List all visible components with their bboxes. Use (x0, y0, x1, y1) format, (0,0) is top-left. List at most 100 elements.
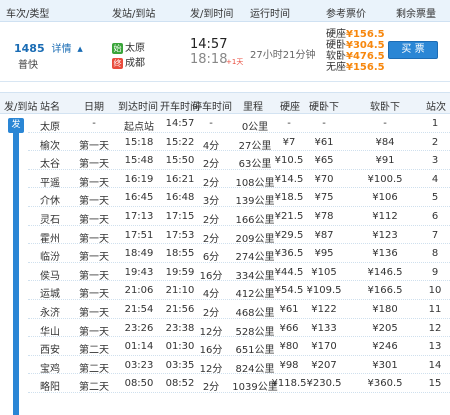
table-row: 太原 - 起点站 14:57 - 0公里 - - - 1 (28, 114, 450, 133)
soft-sleeper-price: ¥360.5 (367, 378, 403, 390)
station-name: 平遥 (40, 177, 60, 189)
hard-seat-price: ¥44.5 (274, 266, 304, 278)
results-header: 车次/类型 发站/到站 发/到时间 运行时间 参考票价 剩余票量 (0, 0, 450, 22)
hard-sleeper-price: ¥78 (314, 210, 334, 222)
depart-time: 08:52 (165, 378, 195, 390)
stop-index: 13 (428, 341, 442, 353)
chevron-up-icon[interactable]: ▲ (77, 45, 82, 53)
hard-sleeper-price: ¥75 (314, 192, 334, 204)
depart-time: 16:48 (165, 192, 195, 204)
from-station: 始太原 (112, 39, 145, 54)
travel-day: 第一天 (79, 214, 109, 226)
soft-sleeper-price: ¥106 (372, 192, 398, 204)
header-times[interactable]: 发/到时间 (190, 5, 233, 20)
stop-index: 4 (431, 173, 439, 185)
depart-time: 01:30 (165, 341, 195, 353)
header-duration[interactable]: 运行时间 (250, 5, 290, 20)
travel-day: 第一天 (79, 140, 109, 152)
hard-sleeper-price: ¥70 (314, 173, 334, 185)
arrive-time: 23:26 (124, 322, 154, 334)
depart-time: 16:21 (165, 173, 195, 185)
distance: 651公里 (235, 345, 275, 357)
stop-duration: 12分 (199, 363, 223, 375)
depart-time: 21:10 (165, 285, 195, 297)
soft-sleeper-price: ¥180 (372, 303, 398, 315)
departure-marker: 发 (8, 118, 24, 133)
depart-time: 03:35 (165, 359, 195, 371)
price-label: 硬卧 (326, 40, 346, 51)
price-label: 硬座 (326, 29, 346, 40)
stop-duration: 2分 (202, 233, 220, 245)
train-number-text[interactable]: 1485 (14, 42, 45, 55)
col-arrive: 到达时间 (118, 102, 158, 113)
col-soft-sleeper: 软卧下 (370, 102, 400, 113)
depart-time: 18:55 (165, 248, 195, 260)
arrive-time: 19:43 (124, 266, 154, 278)
distance: 824公里 (235, 363, 275, 375)
train-number[interactable]: 1485 详情 ▲ (14, 40, 83, 55)
stop-duration: 4分 (202, 140, 220, 152)
arrive-time: 21:06 (124, 285, 154, 297)
hard-sleeper-price: ¥87 (314, 229, 334, 241)
arrival-time: 18:18 (190, 52, 228, 67)
soft-sleeper-price: ¥123 (372, 229, 398, 241)
station-name: 西安 (40, 345, 60, 357)
hard-sleeper-price: ¥95 (314, 248, 334, 260)
to-station: 终成都 (112, 54, 145, 69)
stop-index: 9 (431, 266, 439, 278)
end-station-icon: 终 (112, 58, 123, 69)
price-value: ¥476.5 (346, 51, 385, 62)
table-row: 平遥 第一天 16:19 16:21 2分 108公里 ¥14.5 ¥70 ¥100.5 4 (28, 170, 450, 189)
to-station-name: 成都 (125, 58, 145, 69)
soft-sleeper-price: ¥91 (375, 155, 395, 167)
buy-ticket-button[interactable]: 买 票 (388, 41, 438, 59)
hard-seat-price: ¥98 (279, 359, 299, 371)
header-train-type[interactable]: 车次/类型 (6, 5, 49, 20)
stop-duration: 12分 (199, 326, 223, 338)
distance: 0公里 (241, 122, 269, 133)
hard-seat-price: ¥54.5 (274, 285, 304, 297)
table-row: 宝鸡 第二天 03:23 03:35 12分 824公里 ¥98 ¥207 ¥301 14 (28, 356, 450, 375)
soft-sleeper-price: ¥136 (372, 248, 398, 260)
hard-sleeper-price: ¥105 (311, 266, 337, 278)
header-stations[interactable]: 发站/到站 (112, 5, 155, 20)
stop-duration: - (209, 118, 213, 129)
distance: 166公里 (235, 214, 275, 226)
hard-seat-price: ¥80 (279, 341, 299, 353)
depart-time: 15:22 (165, 136, 195, 148)
price-label: 无座 (326, 62, 346, 73)
soft-sleeper-price: ¥205 (372, 322, 398, 334)
hard-sleeper-price: ¥230.5 (306, 378, 342, 390)
arrive-time: 15:18 (124, 136, 154, 148)
col-stop: 停车时间 (192, 102, 232, 113)
train-summary-row: 1485 详情 ▲ 普快 始太原 终成都 14:57 18:18 +1天 27小… (0, 22, 450, 82)
travel-day: 第二天 (79, 363, 109, 375)
station-name: 榆次 (40, 140, 60, 152)
table-row: 运城 第一天 21:06 21:10 4分 412公里 ¥54.5 ¥109.5 ¥166.5 1… (28, 281, 450, 300)
from-station-name: 太原 (125, 43, 145, 54)
station-name: 运城 (40, 289, 60, 301)
train-detail-link[interactable]: 详情 (51, 44, 71, 55)
arrive-time: 16:45 (124, 192, 154, 204)
hard-seat-price: ¥7 (282, 136, 296, 148)
plus-day-badge: +1天 (226, 58, 244, 66)
table-row: 华山 第一天 23:26 23:38 12分 528公里 ¥66 ¥133 ¥205 12 (28, 319, 450, 338)
distance: 274公里 (235, 252, 275, 264)
depart-time: 14:57 (165, 118, 195, 129)
stop-index: 15 (428, 378, 442, 390)
stop-duration: 6分 (202, 252, 220, 264)
price-standing: 无座¥156.5 (326, 62, 385, 73)
stop-index: 12 (428, 322, 442, 334)
soft-sleeper-price: ¥112 (372, 210, 398, 222)
table-row: 灵石 第一天 17:13 17:15 2分 166公里 ¥21.5 ¥78 ¥112 6 (28, 207, 450, 226)
travel-day: 第一天 (79, 252, 109, 264)
depart-time: 17:53 (165, 229, 195, 241)
departure-time: 14:57 (190, 37, 228, 52)
stop-index: 7 (431, 229, 439, 241)
travel-day: 第二天 (79, 382, 109, 394)
stop-duration: 16分 (199, 270, 223, 282)
stop-index: 5 (431, 192, 439, 204)
travel-day: 第一天 (79, 270, 109, 282)
distance: 209公里 (235, 233, 275, 245)
depart-time: 19:59 (165, 266, 195, 278)
